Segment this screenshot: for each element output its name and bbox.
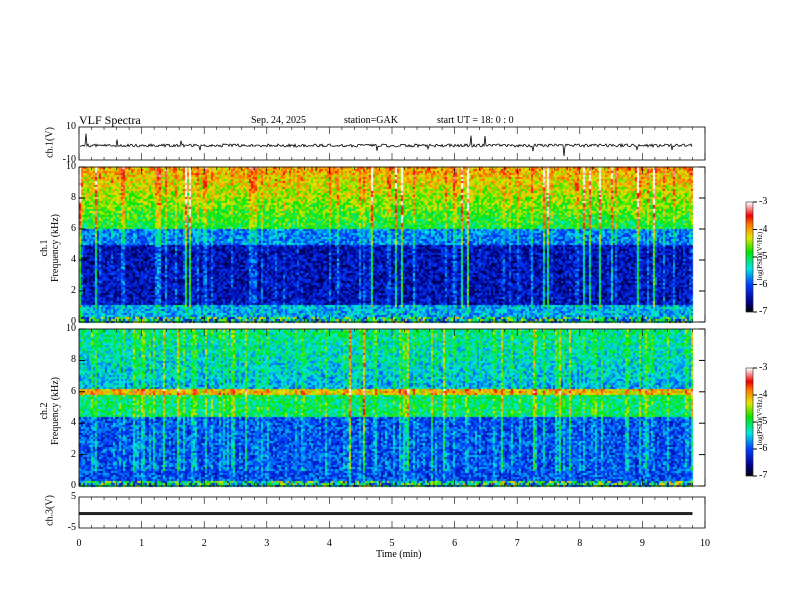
s2-ytick-label: 0 xyxy=(71,480,76,491)
s2-frame xyxy=(78,328,706,487)
s2-ytick-label: 2 xyxy=(71,448,76,460)
colorbar-ch2-tick-label: -5 xyxy=(759,416,768,427)
s2-ytick-label: 6 xyxy=(71,385,76,397)
colorbar-ch1-tick-label: -4 xyxy=(759,223,768,235)
x-tick-label: 0 xyxy=(76,538,82,549)
colorbar-ch1-tick-label: -3 xyxy=(759,196,768,207)
ch1-spec-ylabel-1: ch.1 xyxy=(39,239,50,257)
s1-ytick-label: 4 xyxy=(71,254,76,265)
figure-title: VLF Spectra xyxy=(79,113,141,127)
ch3-ytick-label: -5 xyxy=(67,522,76,533)
s2-ytick-label: 10 xyxy=(66,323,76,334)
s1-ytick-label: 2 xyxy=(71,285,76,296)
date-label: Sep. 24, 2025 xyxy=(251,115,306,126)
x-tick-label: 7 xyxy=(514,538,520,549)
ch3-waveform xyxy=(79,512,693,516)
station-label: station=GAK xyxy=(344,115,398,126)
x-tick-label: 3 xyxy=(264,538,270,549)
x-tick-label: 9 xyxy=(639,538,645,549)
colorbar-ch1-tick-label: -7 xyxy=(759,306,768,317)
ch1-ylabel: ch.1(V) xyxy=(44,127,56,158)
ch3-ylabel: ch.3(V) xyxy=(44,495,56,526)
ch1-ytick-label: -10 xyxy=(62,154,76,165)
x-tick-label: 4 xyxy=(326,538,332,549)
ch3-ytick-label: 5 xyxy=(71,491,76,502)
s2-ytick-label: 4 xyxy=(71,417,76,429)
colorbar-ch1-tick-label: -6 xyxy=(759,278,768,290)
x-axis-label: Time (min) xyxy=(376,549,422,560)
colorbar-ch2-tick-label: -7 xyxy=(759,470,768,481)
ch1-waveform xyxy=(79,133,693,157)
ch1-spec-ylabel-2: Frequency (kHz) xyxy=(50,213,61,283)
ch2-spec-ylabel-2: Frequency (kHz) xyxy=(50,376,61,446)
s1-ytick-label: 6 xyxy=(71,223,76,234)
colorbar-ch2-tick-label: -3 xyxy=(759,362,768,373)
ch1-spec-ylabel: ch.1 Frequency (kHz) xyxy=(39,188,61,308)
x-tick-label: 5 xyxy=(389,538,395,549)
colorbar-ch1-tick-label: -5 xyxy=(759,251,768,262)
x-tick-label: 6 xyxy=(452,538,458,549)
ch2-spec-ylabel-1: ch.2 xyxy=(39,402,50,420)
ch1-ytick-label: 10 xyxy=(66,121,76,132)
x-tick-label: 1 xyxy=(139,538,145,549)
x-tick-label: 10 xyxy=(700,538,710,549)
s1-frame xyxy=(78,166,706,323)
colorbar-ch1 xyxy=(745,201,754,313)
colorbar-ch2-tick-label: -6 xyxy=(759,443,768,454)
vlf-spectra-figure: VLF Spectra Sep. 24, 2025 station=GAK st… xyxy=(0,0,792,612)
colorbar-ch2-tick-label: -4 xyxy=(759,389,768,400)
start-time-label: start UT = 18: 0 : 0 xyxy=(437,115,514,126)
x-tick-label: 2 xyxy=(201,538,207,549)
axes-svg xyxy=(78,126,757,529)
colorbar-ch2 xyxy=(745,367,754,477)
s1-ytick-label: 8 xyxy=(71,192,76,203)
x-tick-label: 8 xyxy=(577,538,583,549)
ch2-spec-ylabel: ch.2 Frequency (kHz) xyxy=(39,351,61,471)
s2-ytick-label: 8 xyxy=(71,354,76,366)
